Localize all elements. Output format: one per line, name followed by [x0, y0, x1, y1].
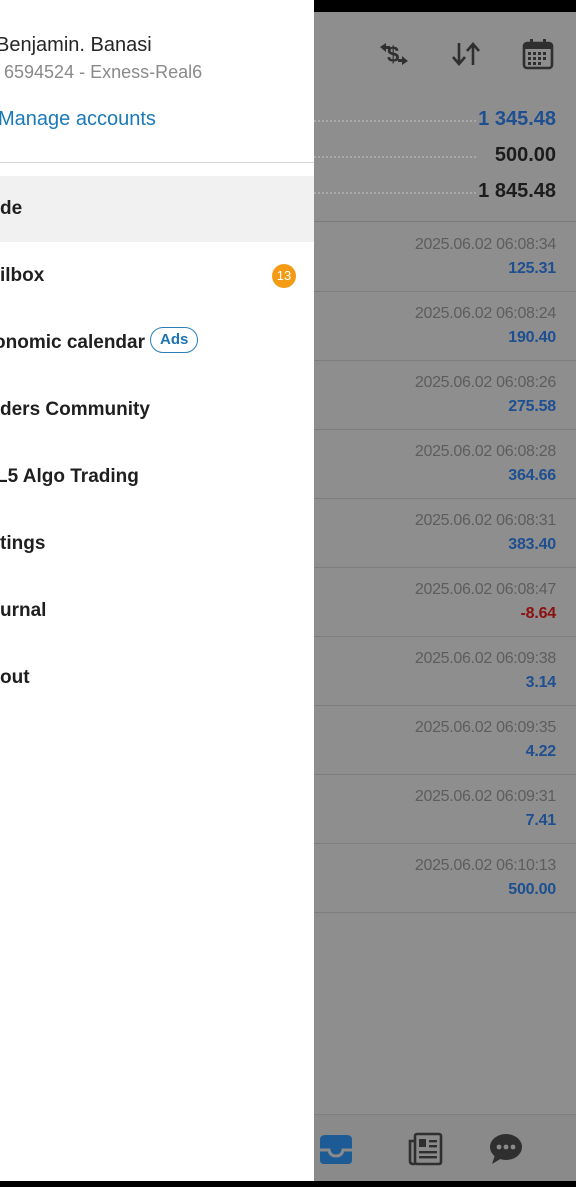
svg-text:$: $	[387, 42, 399, 67]
dotted-leader	[314, 120, 476, 122]
deal-profit: 3.14	[525, 674, 557, 691]
navigation-drawer: Benjamin. Banasi 6594524 - Exness-Real6 …	[0, 0, 314, 1181]
deal-row[interactable]: 2025.06.02 06:09:38 3.14	[314, 636, 576, 706]
account-id: 6594524 - Exness-Real6	[4, 62, 203, 82]
deal-row[interactable]: 2025.06.02 06:08:24 190.40	[314, 291, 576, 361]
deal-time: 2025.06.02 06:09:35	[414, 719, 556, 736]
deal-row[interactable]: 2025.06.02 06:08:47 -8.64	[314, 567, 576, 637]
summary-profit-row: 1 345.48	[314, 102, 576, 138]
deal-row[interactable]: 2025.06.02 06:08:26 275.58	[314, 360, 576, 430]
menu-item-label: ders Community	[0, 399, 150, 420]
currency-exchange-icon[interactable]: $	[374, 34, 414, 74]
menu-item-label: urnal	[0, 600, 47, 621]
deal-time: 2025.06.02 06:08:28	[414, 443, 556, 460]
deal-row[interactable]: 2025.06.02 06:09:31 7.41	[314, 774, 576, 844]
inbox-tray-icon[interactable]	[316, 1129, 356, 1169]
calendar-icon[interactable]	[518, 34, 558, 74]
deal-time: 2025.06.02 06:10:13	[414, 857, 556, 874]
deal-time: 2025.06.02 06:08:34	[414, 236, 556, 253]
deal-profit: 125.31	[508, 260, 556, 277]
sort-icon[interactable]	[446, 34, 486, 74]
menu-item-label: de	[0, 198, 23, 219]
ads-chip: Ads	[150, 327, 199, 353]
screen-bottom-edge	[0, 1181, 576, 1187]
menu-item-label: L5 Algo Trading	[0, 466, 139, 487]
account-name: Benjamin. Banasi	[0, 34, 152, 56]
deal-profit: 364.66	[508, 467, 556, 484]
deal-profit: 500.00	[508, 881, 556, 898]
divider	[0, 162, 314, 163]
deal-profit: 7.41	[525, 812, 557, 829]
summary-deposit-row: 500.00	[314, 138, 576, 174]
menu-item-label: out	[0, 667, 30, 688]
history-panel: $ 1 345.48 500.00 1 845.48 2025.06.02 06…	[314, 12, 576, 1181]
deal-time: 2025.06.02 06:08:47	[414, 581, 556, 598]
menu-item-label: onomic calendar	[0, 332, 145, 353]
summary-deposit-value: 500.00	[494, 144, 556, 166]
menu-item-label: tings	[0, 533, 46, 554]
bottom-navigation	[314, 1114, 576, 1181]
dotted-leader	[314, 156, 476, 158]
menu-item-about[interactable]: out	[0, 645, 314, 711]
deal-row[interactable]: 2025.06.02 06:08:34 125.31	[314, 222, 576, 292]
chat-icon[interactable]	[486, 1129, 526, 1169]
deal-profit: -8.64	[520, 605, 557, 622]
menu-item-label: ilbox	[0, 265, 45, 286]
dotted-leader	[314, 192, 476, 194]
deal-row[interactable]: 2025.06.02 06:08:28 364.66	[314, 429, 576, 499]
menu-item-traders-community[interactable]: ders Community	[0, 377, 314, 443]
deal-row[interactable]: 2025.06.02 06:08:31 383.40	[314, 498, 576, 568]
menu-item-mailbox[interactable]: ilbox 13	[0, 243, 314, 309]
summary-balance-row: 1 845.48	[314, 174, 576, 210]
deal-time: 2025.06.02 06:08:24	[414, 305, 556, 322]
deal-time: 2025.06.02 06:09:31	[414, 788, 556, 805]
deal-profit: 4.22	[525, 743, 557, 760]
summary-balance-value: 1 845.48	[478, 180, 556, 202]
menu-item-journal[interactable]: urnal	[0, 578, 314, 644]
summary-profit-value: 1 345.48	[478, 108, 556, 130]
deal-profit: 275.58	[508, 398, 556, 415]
deal-row[interactable]: 2025.06.02 06:10:13 500.00	[314, 843, 576, 913]
menu-item-trade[interactable]: de	[0, 176, 314, 242]
deal-time: 2025.06.02 06:08:31	[414, 512, 556, 529]
deal-row[interactable]: 2025.06.02 06:09:35 4.22	[314, 705, 576, 775]
news-icon[interactable]	[406, 1129, 446, 1169]
menu-item-mql5-algo-trading[interactable]: L5 Algo Trading	[0, 444, 314, 510]
menu-item-economic-calendar[interactable]: onomic calendar Ads	[0, 310, 314, 376]
unread-count-badge: 13	[272, 264, 296, 288]
deal-profit: 190.40	[508, 329, 556, 346]
deal-profit: 383.40	[508, 536, 556, 553]
menu-item-settings[interactable]: tings	[0, 511, 314, 577]
deal-time: 2025.06.02 06:09:38	[414, 650, 556, 667]
manage-accounts-link[interactable]: Manage accounts	[0, 108, 156, 131]
deal-time: 2025.06.02 06:08:26	[414, 374, 556, 391]
